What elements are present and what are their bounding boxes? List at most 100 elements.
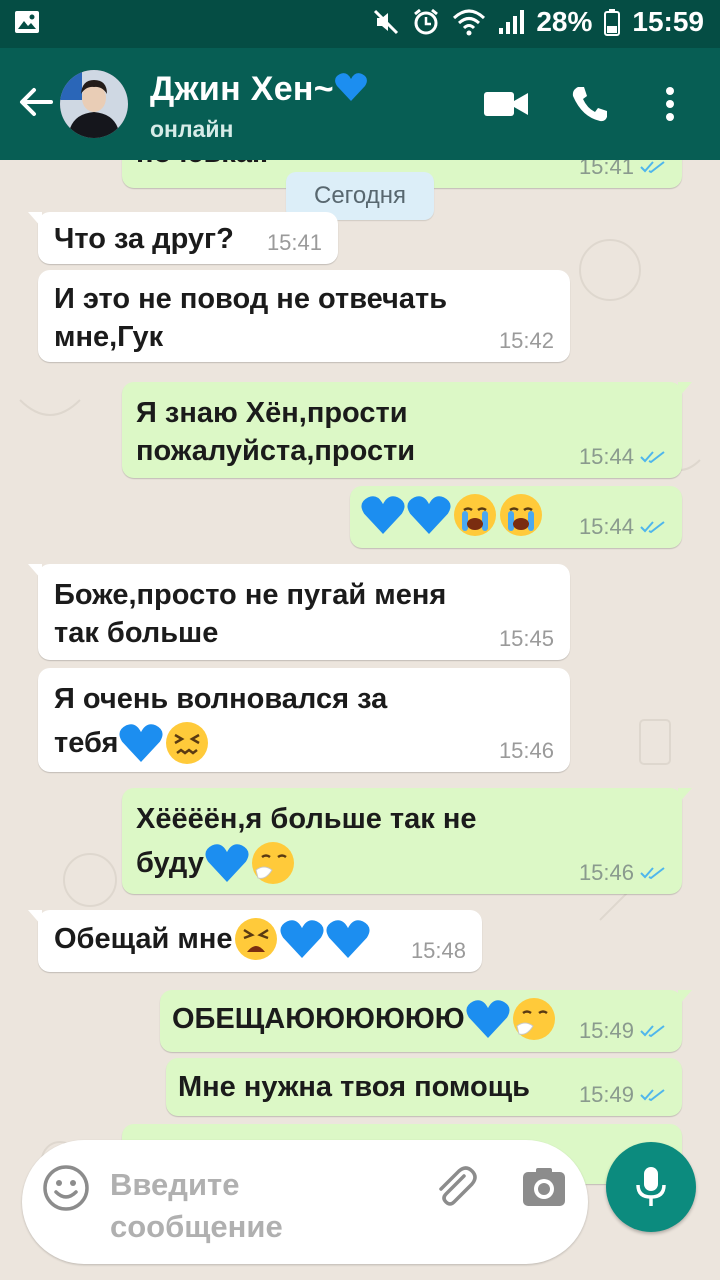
mute-icon <box>372 8 400 36</box>
bubble-tail <box>678 382 692 398</box>
message-text: Что за друг? <box>54 223 234 255</box>
confounded-face-icon <box>166 722 209 764</box>
message-meta: 15:49 <box>579 1020 666 1042</box>
bubble-tail <box>678 788 692 804</box>
chat-header: Джин Хен~ онлайн <box>0 48 720 160</box>
blue-heart-icon <box>205 844 249 882</box>
message-bubble-outgoing[interactable]: Хёёёён,я больше так не буду 15:46 <box>122 788 692 894</box>
more-options-icon[interactable] <box>644 78 696 130</box>
battery-percent: 28% <box>536 6 593 37</box>
back-arrow-icon[interactable] <box>14 80 58 124</box>
battery-icon <box>604 8 621 36</box>
alarm-icon <box>412 8 440 36</box>
message-line-with-emoji: буду <box>136 840 296 886</box>
message-time: 15:41 <box>578 160 634 179</box>
message-bubble-incoming[interactable]: Обещай мне 15:48 <box>28 910 482 972</box>
message-bubble-outgoing[interactable]: Я знаю Хён,прости пожалуйста,прости 15:4… <box>122 382 692 478</box>
blue-heart-icon <box>361 496 405 534</box>
message-time: 15:41 <box>266 230 322 255</box>
blue-heart-icon <box>334 72 368 111</box>
message-time: 15:49 <box>578 1082 634 1107</box>
message-text-line: Хёёёён,я больше так не <box>136 803 477 835</box>
message-meta: 15:44 <box>579 516 666 538</box>
message-time: 15:49 <box>578 1018 634 1043</box>
message-time: 15:46 <box>498 738 554 763</box>
message-meta: 15:46 <box>579 862 666 884</box>
contact-name[interactable]: Джин Хен~ <box>150 70 368 111</box>
message-bubble-incoming[interactable]: И это не повод не отвечать мне,Гук 15:42 <box>38 270 570 362</box>
message-text: ОБЕЩАЮЮЮЮЮЮ <box>172 1003 465 1035</box>
message-text-line: Боже,просто не пугай меня <box>54 579 447 611</box>
camera-icon[interactable] <box>520 1164 568 1212</box>
message-text: Мне нужна твоя помощь <box>178 1071 531 1103</box>
message-time: 15:44 <box>578 444 634 469</box>
message-bubble-incoming[interactable]: Что за друг? 15:41 <box>28 212 338 264</box>
avatar[interactable] <box>60 70 128 138</box>
status-bar: 28% 15:59 <box>0 0 720 48</box>
message-text-line: Я знаю Хён,прости <box>136 397 408 429</box>
online-status: онлайн <box>150 116 234 142</box>
message-time: 15:44 <box>578 514 634 539</box>
microphone-button[interactable] <box>606 1142 696 1232</box>
message-text-line: тебя <box>54 727 119 759</box>
paperclip-icon[interactable] <box>430 1162 480 1212</box>
bubble-tail <box>678 990 692 1006</box>
message-input[interactable]: Введите сообщение <box>110 1164 410 1248</box>
message-text-line: пожалуйста,прости <box>136 435 416 467</box>
emoji-icon[interactable] <box>42 1164 90 1212</box>
blue-heart-icon <box>466 1000 510 1038</box>
message-time: 15:45 <box>498 626 554 651</box>
tired-face-icon <box>234 918 277 960</box>
read-ticks-icon <box>640 1089 665 1102</box>
message-bubble-outgoing[interactable]: ОБЕЩАЮЮЮЮЮЮ 15:49 <box>160 990 692 1052</box>
bubble-tail <box>28 212 42 228</box>
message-composer: Введите сообщение <box>22 1140 588 1264</box>
chat-area[interactable]: ночевка.. 15:41 Сегодня Что за друг? 15:… <box>0 160 720 1280</box>
message-text-line: мне,Гук <box>54 321 164 353</box>
signal-icon <box>498 8 525 36</box>
message-meta: 15:41 <box>579 160 666 178</box>
message-line-with-emoji: ОБЕЩАЮЮЮЮЮЮ <box>172 996 557 1042</box>
gallery-icon <box>14 10 40 39</box>
message-time: 15:48 <box>410 938 466 963</box>
placeholder-line: сообщение <box>110 1209 283 1244</box>
message-meta: 15:49 <box>579 1084 666 1106</box>
placeholder-line: Введите <box>110 1167 240 1202</box>
video-call-icon[interactable] <box>480 78 532 130</box>
read-ticks-icon <box>640 521 665 534</box>
wifi-icon <box>452 8 486 36</box>
sneezing-face-icon <box>251 842 294 884</box>
blue-heart-icon <box>325 920 370 958</box>
sneezing-face-icon <box>512 998 555 1040</box>
read-ticks-icon <box>640 867 665 880</box>
blue-heart-icon <box>407 496 451 534</box>
message-bubble-outgoing[interactable]: 15:44 <box>350 486 682 548</box>
bubble-tail <box>28 910 42 926</box>
message-bubble-incoming[interactable]: Я очень волновался за тебя 15:46 <box>38 668 570 772</box>
loudly-crying-face-icon <box>454 494 496 536</box>
microphone-icon <box>636 1167 666 1206</box>
read-ticks-icon <box>640 1025 665 1038</box>
message-time: 15:42 <box>498 328 554 353</box>
loudly-crying-face-icon <box>500 494 542 536</box>
message-text-line: Я очень волновался за <box>54 683 388 715</box>
clock: 15:59 <box>632 6 704 37</box>
read-ticks-icon <box>640 161 665 174</box>
message-text: Обещай мне <box>54 923 233 955</box>
blue-heart-icon <box>119 724 163 762</box>
message-text-line: И это не повод не отвечать <box>54 283 448 315</box>
blue-heart-icon <box>279 920 324 958</box>
read-ticks-icon <box>640 451 665 464</box>
message-meta: 15:44 <box>579 446 666 468</box>
message-text-line: буду <box>136 847 204 879</box>
message-bubble-outgoing[interactable]: Мне нужна твоя помощь 15:49 <box>166 1058 682 1116</box>
message-text-line: так больше <box>54 617 219 649</box>
emoji-row <box>360 492 544 538</box>
message-bubble-incoming[interactable]: Боже,просто не пугай меня так больше 15:… <box>28 564 570 660</box>
message-text: ночевка.. <box>136 160 268 172</box>
phone-icon[interactable] <box>564 78 616 130</box>
bubble-tail <box>28 564 42 580</box>
message-line-with-emoji: тебя <box>54 720 210 766</box>
message-line-with-emoji: Обещай мне <box>54 916 371 962</box>
message-time: 15:46 <box>578 860 634 885</box>
